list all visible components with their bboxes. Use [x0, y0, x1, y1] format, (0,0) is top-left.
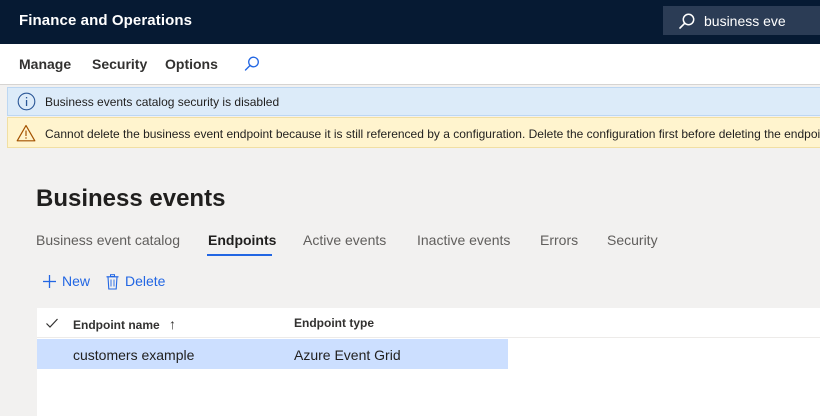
sort-ascending-icon: ↑ [169, 316, 177, 332]
plus-icon [43, 275, 56, 288]
page-title: Business events [36, 185, 226, 212]
warning-message-text: Cannot delete the business event endpoin… [45, 127, 820, 141]
tab-errors[interactable]: Errors [540, 232, 578, 248]
grid-header: Endpoint name ↑ Endpoint type [37, 308, 820, 338]
column-header-endpoint-name[interactable]: Endpoint name ↑ [73, 316, 176, 332]
active-tab-indicator [207, 254, 272, 256]
tab-endpoints[interactable]: Endpoints [208, 232, 276, 248]
select-all-checkmark-icon[interactable] [45, 316, 59, 330]
info-message-text: Business events catalog security is disa… [45, 95, 280, 109]
tab-inactive-events[interactable]: Inactive events [417, 232, 510, 248]
action-pane: Manage Security Options [0, 44, 820, 85]
table-row[interactable]: customers example Azure Event Grid [37, 339, 508, 369]
tab-active-events[interactable]: Active events [303, 232, 386, 248]
trash-icon [106, 274, 119, 290]
new-button[interactable]: New [42, 273, 90, 289]
tab-security[interactable]: Security [607, 232, 658, 248]
warning-icon [16, 124, 36, 142]
column-header-endpoint-type[interactable]: Endpoint type [294, 316, 374, 330]
column-header-endpoint-name-label: Endpoint name [73, 318, 160, 332]
endpoints-grid: Endpoint name ↑ Endpoint type customers … [37, 308, 820, 416]
new-button-label: New [62, 273, 91, 289]
global-search-box[interactable]: business eve [663, 6, 820, 35]
action-pane-options[interactable]: Options [165, 56, 218, 72]
app-title[interactable]: Finance and Operations [19, 12, 192, 29]
delete-button[interactable]: Delete [106, 273, 166, 290]
delete-button-label: Delete [125, 273, 166, 289]
global-search-input[interactable]: business eve [704, 13, 786, 29]
info-message-bar: Business events catalog security is disa… [7, 87, 820, 116]
action-pane-security[interactable]: Security [92, 56, 147, 72]
search-icon [679, 13, 695, 29]
top-navigation-bar: Finance and Operations business eve [0, 0, 820, 44]
action-pane-manage[interactable]: Manage [19, 56, 71, 72]
cell-endpoint-name[interactable]: customers example [73, 347, 194, 363]
action-search-icon[interactable] [243, 55, 261, 73]
cell-endpoint-type[interactable]: Azure Event Grid [294, 347, 401, 363]
info-icon [17, 92, 36, 111]
tab-business-event-catalog[interactable]: Business event catalog [36, 232, 180, 248]
warning-message-bar: Cannot delete the business event endpoin… [7, 117, 820, 148]
